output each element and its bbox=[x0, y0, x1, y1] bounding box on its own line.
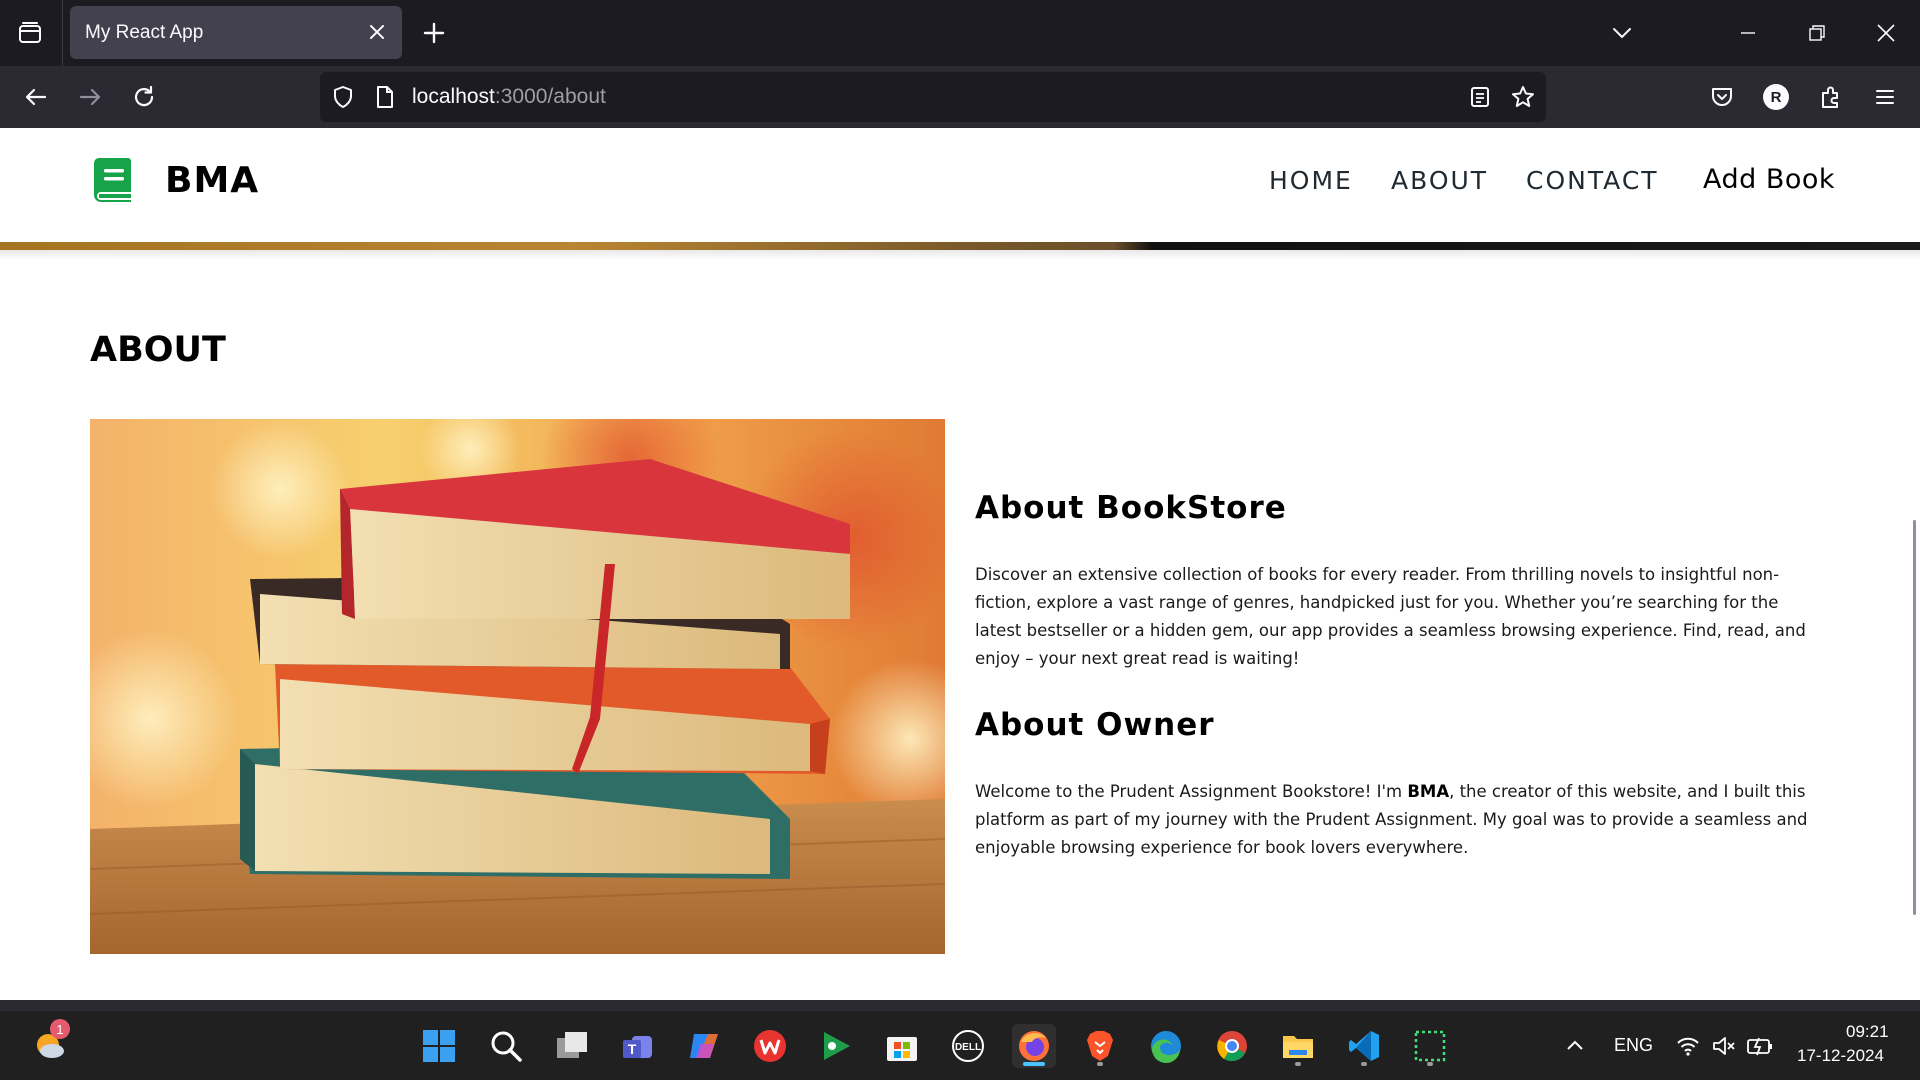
language-indicator[interactable]: ENG bbox=[1614, 1035, 1653, 1056]
pocket-icon[interactable] bbox=[1705, 80, 1739, 114]
nav-home-link[interactable]: HOME bbox=[1269, 166, 1353, 195]
wps-office-icon[interactable] bbox=[748, 1024, 792, 1068]
page-title: ABOUT bbox=[90, 330, 226, 370]
site-header: BMA HOME ABOUT CONTACT Add Book bbox=[0, 128, 1920, 242]
account-avatar-icon[interactable]: R bbox=[1759, 80, 1793, 114]
snipping-tool-icon[interactable] bbox=[1408, 1024, 1452, 1068]
new-tab-button[interactable] bbox=[418, 17, 450, 49]
tab-overview-icon[interactable] bbox=[8, 13, 52, 53]
bookmark-star-icon[interactable] bbox=[1510, 84, 1536, 110]
close-window-button[interactable] bbox=[1868, 15, 1904, 51]
search-icon[interactable] bbox=[484, 1024, 528, 1068]
about-owner-text: Welcome to the Prudent Assignment Bookst… bbox=[975, 778, 1825, 862]
about-bookstore-text: Discover an extensive collection of book… bbox=[975, 565, 1806, 668]
windows-taskbar: 1 T DELL ENG 09:21 17-12-2024 bbox=[0, 1010, 1920, 1080]
hamburger-menu-icon[interactable] bbox=[1868, 80, 1902, 114]
tab-active[interactable]: My React App bbox=[70, 6, 402, 59]
url-text[interactable]: localhost:3000/about bbox=[412, 72, 606, 122]
browser-tab-bar: My React App bbox=[0, 0, 1920, 66]
extensions-puzzle-icon[interactable] bbox=[1814, 80, 1848, 114]
reload-icon[interactable] bbox=[127, 80, 161, 114]
chrome-icon[interactable] bbox=[1210, 1024, 1254, 1068]
file-explorer-icon[interactable] bbox=[1276, 1024, 1320, 1068]
edge-icon[interactable] bbox=[1144, 1024, 1188, 1068]
nav-about-link[interactable]: ABOUT bbox=[1391, 166, 1488, 195]
about-owner-title: About Owner bbox=[975, 707, 1215, 743]
game-pass-icon[interactable] bbox=[814, 1024, 858, 1068]
running-indicator bbox=[1427, 1062, 1433, 1066]
tracking-protection-shield-icon[interactable] bbox=[330, 84, 356, 110]
firefox-icon[interactable] bbox=[1012, 1024, 1056, 1068]
url-host: localhost bbox=[412, 85, 495, 108]
wifi-icon[interactable] bbox=[1668, 1024, 1708, 1068]
copilot-icon[interactable] bbox=[682, 1024, 726, 1068]
tab-title: My React App bbox=[85, 22, 204, 43]
brave-icon[interactable] bbox=[1078, 1024, 1122, 1068]
profile-initial: R bbox=[1763, 84, 1789, 110]
back-arrow-icon[interactable] bbox=[19, 80, 53, 114]
brand-name[interactable]: BMA bbox=[165, 160, 259, 201]
running-indicator bbox=[1295, 1062, 1301, 1066]
nav-add-book-link[interactable]: Add Book bbox=[1703, 164, 1835, 195]
forward-arrow-icon[interactable] bbox=[73, 80, 107, 114]
address-bar[interactable]: localhost:3000/about bbox=[320, 72, 1546, 122]
clock-time[interactable]: 09:21 bbox=[1846, 1022, 1889, 1042]
page-scrollbar-thumb[interactable] bbox=[1913, 520, 1916, 915]
header-shadow bbox=[0, 250, 1920, 260]
show-hidden-icons-chevron-icon[interactable] bbox=[1553, 1024, 1597, 1068]
close-tab-icon[interactable] bbox=[366, 21, 388, 43]
book-logo-icon[interactable] bbox=[92, 156, 134, 206]
start-icon[interactable] bbox=[417, 1024, 461, 1068]
tab-list-chevron-icon[interactable] bbox=[1604, 15, 1640, 51]
vscode-icon[interactable] bbox=[1342, 1024, 1386, 1068]
header-banner-strip bbox=[0, 242, 1920, 250]
running-indicator bbox=[1361, 1062, 1367, 1066]
reader-view-icon[interactable] bbox=[1467, 84, 1493, 110]
battery-charging-icon[interactable] bbox=[1740, 1024, 1780, 1068]
active-app-indicator bbox=[1023, 1062, 1045, 1066]
owner-name: BMA bbox=[1407, 782, 1450, 801]
tab-separator bbox=[62, 0, 63, 66]
svg-text:T: T bbox=[628, 1041, 637, 1057]
microsoft-store-icon[interactable] bbox=[880, 1024, 924, 1068]
running-indicator bbox=[1097, 1062, 1103, 1066]
dell-icon[interactable]: DELL bbox=[946, 1024, 990, 1068]
teams-icon[interactable]: T bbox=[616, 1024, 660, 1068]
restore-button[interactable] bbox=[1799, 15, 1835, 51]
page-info-icon[interactable] bbox=[372, 84, 398, 110]
owner-text-before: Welcome to the Prudent Assignment Bookst… bbox=[975, 782, 1408, 801]
nav-contact-link[interactable]: CONTACT bbox=[1526, 166, 1659, 195]
url-path: :3000/about bbox=[494, 85, 606, 108]
weather-badge: 1 bbox=[50, 1019, 70, 1039]
task-view-icon[interactable] bbox=[550, 1024, 594, 1068]
books-stack-image bbox=[90, 419, 945, 954]
svg-text:DELL: DELL bbox=[955, 1042, 981, 1053]
clock-date[interactable]: 17-12-2024 bbox=[1797, 1046, 1884, 1066]
volume-muted-icon[interactable] bbox=[1704, 1024, 1744, 1068]
browser-toolbar: localhost:3000/about R bbox=[0, 66, 1920, 128]
about-bookstore-title: About BookStore bbox=[975, 490, 1287, 526]
minimize-button[interactable] bbox=[1730, 15, 1766, 51]
footer-strip bbox=[0, 1000, 1920, 1010]
